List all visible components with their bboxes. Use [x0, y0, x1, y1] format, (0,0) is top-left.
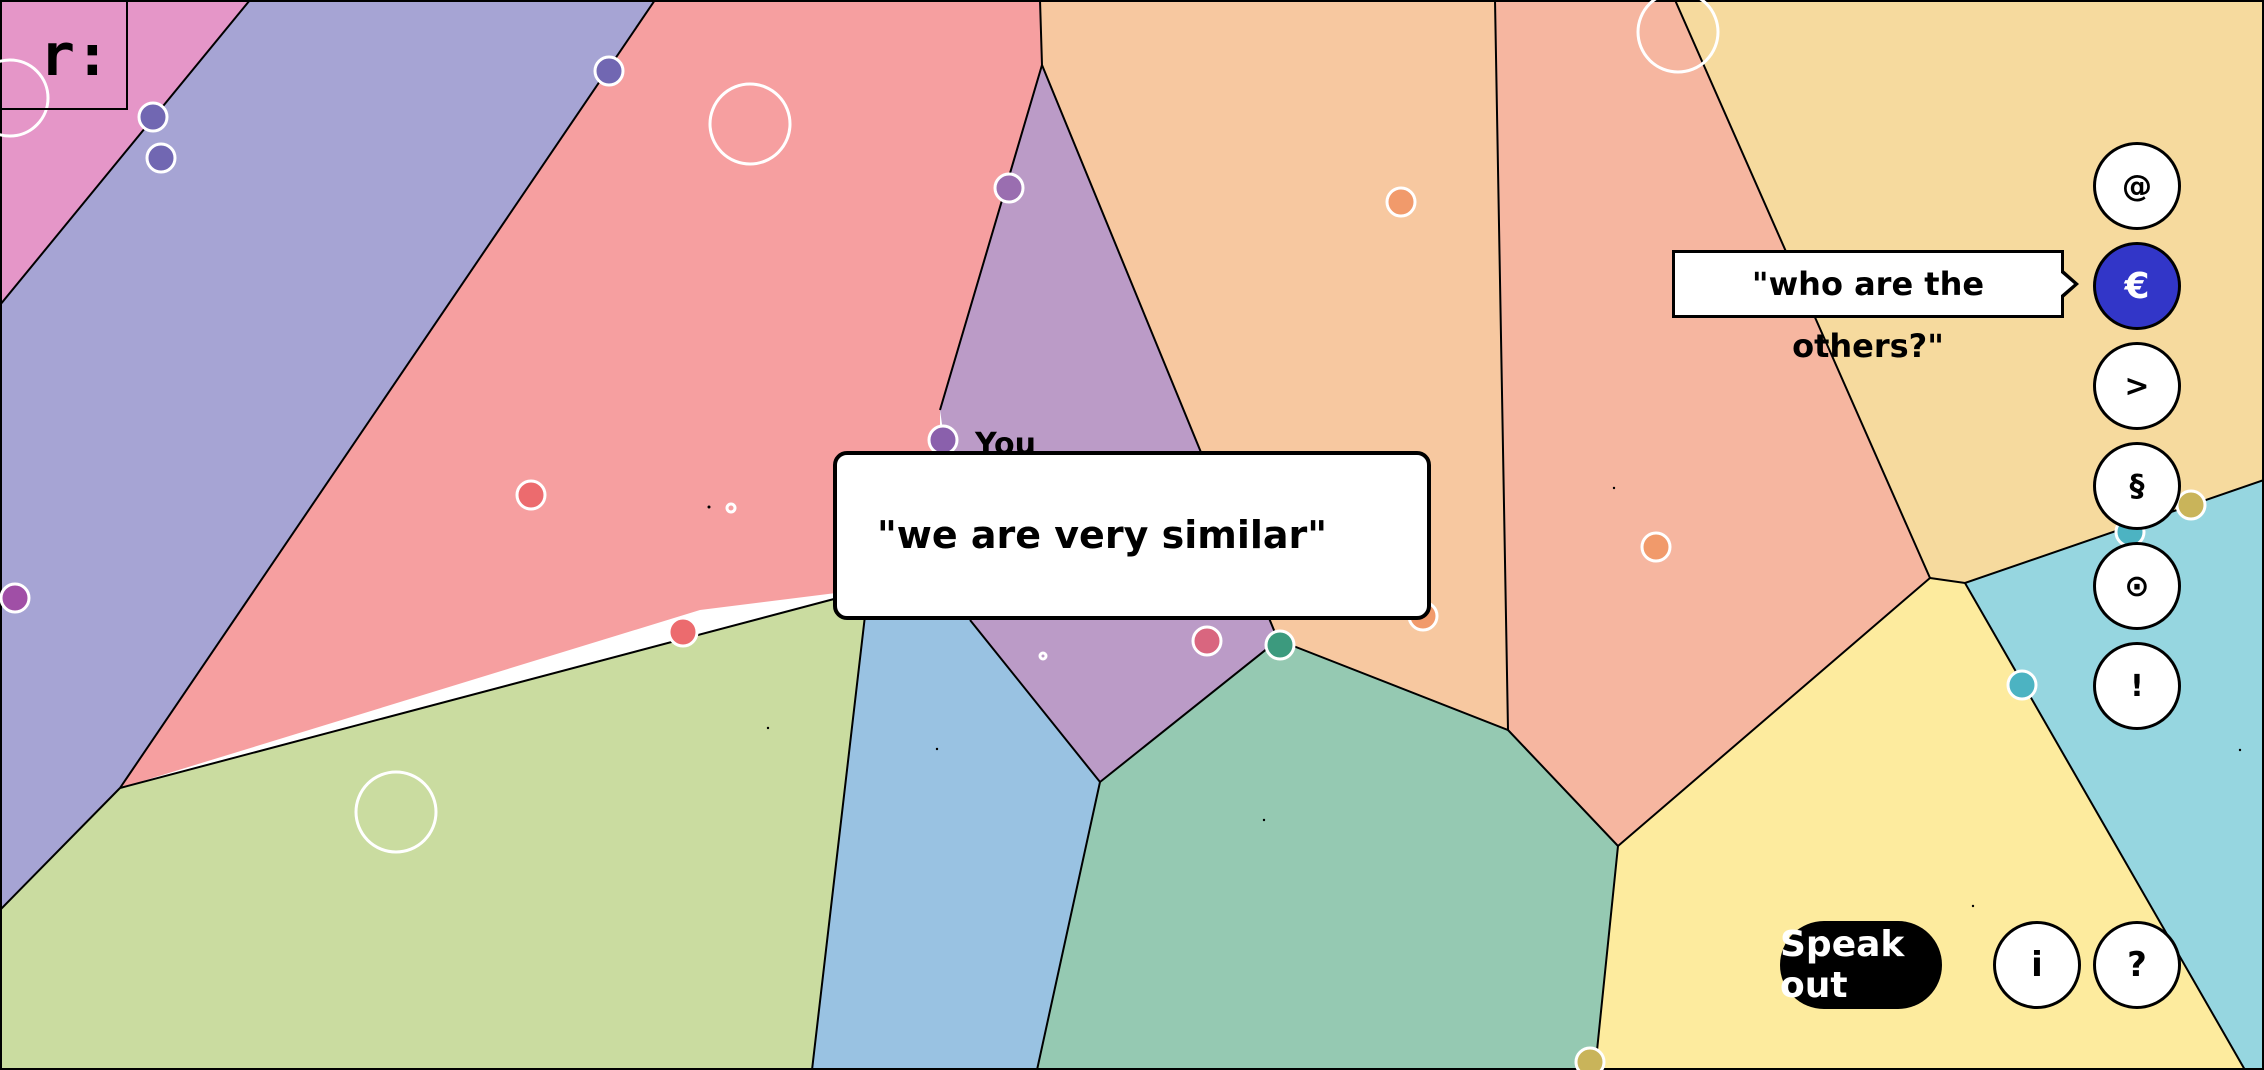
euro-button[interactable]: € — [2093, 242, 2181, 330]
app-logo[interactable]: r: — [0, 0, 128, 110]
participant-dot[interactable] — [0, 582, 31, 614]
participant-dot[interactable] — [667, 616, 699, 648]
at-button[interactable]: @ — [2093, 142, 2181, 230]
greater-than-button[interactable]: > — [2093, 342, 2181, 430]
participant-dot[interactable] — [993, 172, 1025, 204]
participant-dot[interactable] — [1640, 531, 1672, 563]
participant-dot[interactable] — [2006, 669, 2038, 701]
participant-dot[interactable] — [1385, 186, 1417, 218]
participant-dot[interactable] — [145, 142, 177, 174]
circled-dot-button[interactable]: ⊙ — [2093, 542, 2181, 630]
euro-icon: € — [2124, 265, 2150, 307]
greater-than-icon: > — [2124, 368, 2150, 404]
section-button[interactable]: § — [2093, 442, 2181, 530]
info-button[interactable]: i — [1993, 921, 2081, 1009]
participant-dot[interactable] — [593, 55, 625, 87]
help-icon: ? — [2127, 945, 2147, 985]
participant-dot[interactable] — [1191, 625, 1223, 657]
help-button[interactable]: ? — [2093, 921, 2181, 1009]
speak-out-button[interactable]: Speak out — [1780, 921, 1942, 1009]
participant-dot[interactable] — [1264, 629, 1296, 661]
exclamation-icon: ! — [2130, 668, 2144, 704]
participant-dot[interactable] — [137, 101, 169, 133]
participant-dot-you[interactable] — [927, 424, 959, 456]
active-tool-tooltip: "who are the others?" — [1672, 250, 2064, 365]
section-icon: § — [2129, 468, 2145, 504]
at-icon: @ — [2122, 168, 2152, 204]
circled-dot-icon: ⊙ — [2124, 568, 2150, 604]
participant-dot[interactable] — [515, 479, 547, 511]
participant-dot[interactable] — [2175, 489, 2207, 521]
participant-dot[interactable] — [1574, 1046, 1606, 1070]
info-icon: i — [2031, 945, 2043, 985]
speech-bubble: "we are very similar" — [833, 451, 1431, 620]
exclamation-button[interactable]: ! — [2093, 642, 2181, 730]
